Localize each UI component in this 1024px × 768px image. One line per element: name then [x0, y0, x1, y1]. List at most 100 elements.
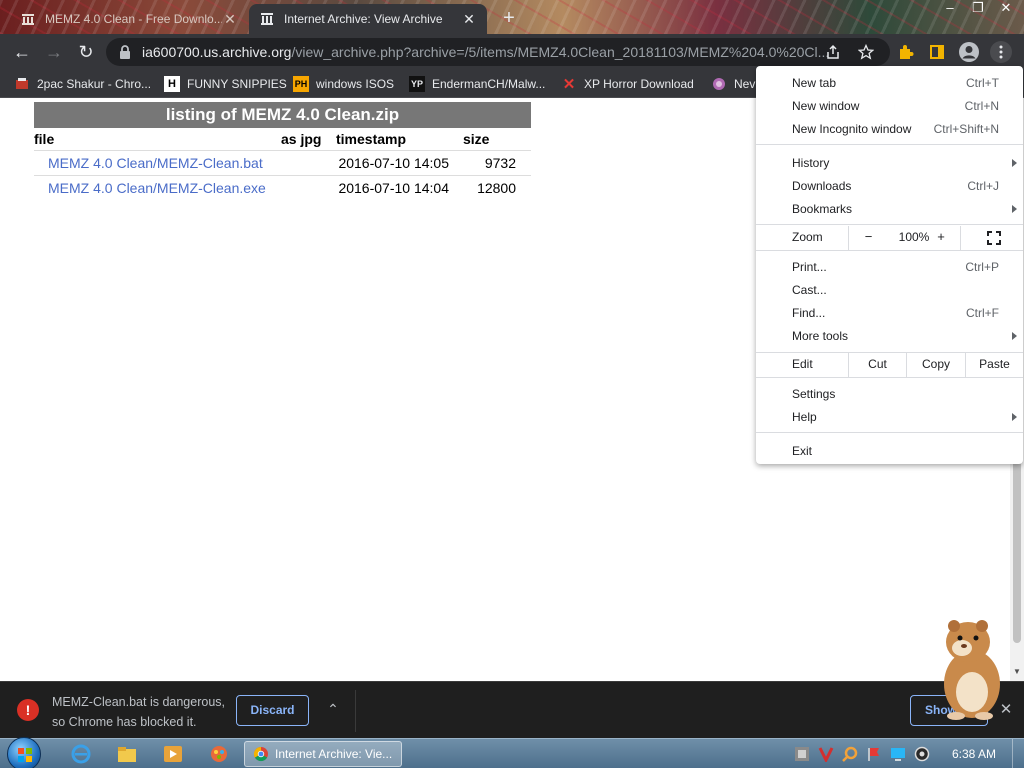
bookmark-nev[interactable]: Nev [711, 75, 755, 93]
column-header-file: file [34, 130, 55, 147]
bookmark-funny-snippies[interactable]: H FUNNY SNIPPIES [164, 75, 287, 93]
bookmark-xp-horror[interactable]: ✕ XP Horror Download [561, 75, 694, 93]
h-letter-icon: H [164, 76, 180, 92]
menu-item-help[interactable]: Help [756, 405, 1023, 428]
start-button-icon[interactable] [7, 737, 41, 768]
file-cell: MEMZ 4.0 Clean/MEMZ-Clean.bat [34, 149, 281, 175]
tab-internet-archive[interactable]: Internet Archive: View Archive ✕ [249, 4, 487, 34]
menu-zoom-row: Zoom − 100% + [756, 226, 1023, 250]
bookmark-windows-isos[interactable]: PH windows ISOS [293, 75, 394, 93]
minimize-icon[interactable]: – [936, 0, 964, 18]
back-arrow-icon[interactable]: ← [10, 40, 34, 64]
internet-explorer-icon[interactable] [70, 743, 92, 765]
timestamp-cell: 2016-07-10 14:04 [336, 174, 463, 200]
column-header-as-jpg: as jpg [281, 130, 322, 147]
bookmark-label: Nev [734, 77, 756, 91]
side-panel-icon[interactable] [926, 41, 948, 63]
bookmark-2pac[interactable]: 2pac Shakur - Chro... [14, 75, 151, 93]
close-window-icon[interactable]: ✕ [992, 0, 1020, 18]
close-icon[interactable]: ✕ [461, 11, 477, 27]
menu-item-downloads[interactable]: Downloads Ctrl+J [756, 174, 1023, 197]
menu-item-label: Cast... [792, 282, 827, 297]
tray-volume-icon[interactable] [914, 746, 930, 762]
taskbar-window-label: Internet Archive: Vie... [275, 747, 393, 761]
share-icon[interactable] [822, 41, 844, 63]
star-icon[interactable] [855, 41, 877, 63]
tray-flag-icon[interactable] [866, 746, 882, 762]
forward-arrow-icon[interactable]: → [42, 40, 66, 64]
tray-app-icon[interactable] [794, 746, 810, 762]
menu-item-history[interactable]: History [756, 151, 1023, 174]
menu-separator [756, 250, 1023, 251]
paint-app-icon[interactable] [208, 743, 230, 765]
address-bar[interactable]: ia600700.us.archive.org /view_archive.ph… [106, 38, 890, 66]
menu-separator [756, 224, 1023, 225]
file-link[interactable]: MEMZ 4.0 Clean/MEMZ-Clean.bat [48, 155, 263, 171]
copy-button[interactable]: Copy [906, 353, 965, 377]
size-cell: 12800 [463, 174, 531, 200]
cut-button[interactable]: Cut [848, 353, 906, 377]
menu-shortcut: Ctrl+N [964, 98, 999, 113]
reload-icon[interactable]: ↻ [74, 40, 98, 64]
scroll-down-arrow-icon[interactable]: ▼ [1010, 665, 1024, 679]
taskbar-clock[interactable]: 6:38 AM [952, 747, 996, 761]
bookmark-label: XP Horror Download [584, 77, 694, 91]
submenu-arrow-icon [1012, 204, 1017, 213]
paste-button[interactable]: Paste [965, 353, 1023, 377]
fullscreen-button[interactable] [960, 226, 1023, 250]
as-jpg-cell [281, 174, 336, 200]
tray-v-icon[interactable] [818, 746, 834, 762]
menu-item-more-tools[interactable]: More tools [756, 324, 1023, 347]
close-icon[interactable]: ✕ [222, 11, 238, 27]
zoom-in-button[interactable]: + [928, 226, 954, 250]
menu-shortcut: Ctrl+F [966, 305, 999, 320]
table-row: MEMZ 4.0 Clean/MEMZ-Clean.exe 2016-07-10… [34, 174, 531, 200]
table-header-row: file as jpg timestamp size [34, 128, 531, 150]
extensions-icon[interactable] [895, 41, 917, 63]
submenu-arrow-icon [1012, 158, 1017, 167]
archive-icon [259, 11, 275, 27]
ph-icon: PH [293, 76, 309, 92]
tab-memz-download[interactable]: MEMZ 4.0 Clean - Free Downlo... ✕ [8, 4, 248, 34]
timestamp-cell: 2016-07-10 14:05 [336, 149, 463, 175]
file-explorer-icon[interactable] [116, 743, 138, 765]
bookmark-label: FUNNY SNIPPIES [187, 77, 287, 91]
bookmark-endermanch[interactable]: YP EndermanCH/Malw... [409, 75, 545, 93]
menu-item-bookmarks[interactable]: Bookmarks [756, 197, 1023, 220]
media-player-icon[interactable] [162, 743, 184, 765]
archive-icon [20, 11, 36, 27]
hamster-mascot-icon[interactable] [932, 612, 1008, 722]
menu-item-cast[interactable]: Cast... [756, 278, 1023, 301]
file-link[interactable]: MEMZ 4.0 Clean/MEMZ-Clean.exe [48, 180, 266, 196]
globe-icon [711, 76, 727, 92]
chrome-menu-icon[interactable] [990, 41, 1012, 63]
menu-item-settings[interactable]: Settings [756, 382, 1023, 405]
as-jpg-cell [281, 149, 336, 175]
url-path: /view_archive.php?archive=/5/items/MEMZ4… [291, 44, 830, 60]
menu-shortcut: Ctrl+P [965, 259, 999, 274]
discard-button[interactable]: Discard [236, 695, 309, 726]
yp-icon: YP [409, 76, 425, 92]
menu-item-new-incognito-window[interactable]: New Incognito window Ctrl+Shift+N [756, 117, 1023, 140]
chevron-up-icon[interactable]: ⌃ [324, 700, 342, 718]
restore-icon[interactable]: ❐ [964, 0, 992, 18]
tab-strip: MEMZ 4.0 Clean - Free Downlo... ✕ Intern… [0, 0, 1024, 34]
menu-shortcut: Ctrl+J [967, 178, 999, 193]
new-tab-button[interactable]: + [498, 7, 520, 29]
menu-item-print[interactable]: Print... Ctrl+P [756, 255, 1023, 278]
tray-monitor-icon[interactable] [890, 746, 906, 762]
tray-search-icon[interactable] [842, 746, 858, 762]
zoom-out-button[interactable]: − [848, 226, 888, 250]
taskbar-chrome-window[interactable]: Internet Archive: Vie... [244, 741, 402, 767]
divider [355, 690, 356, 732]
show-desktop-button[interactable] [1012, 739, 1024, 768]
profile-avatar-icon[interactable] [958, 41, 980, 63]
bookmark-label: EndermanCH/Malw... [432, 77, 546, 91]
menu-item-find[interactable]: Find... Ctrl+F [756, 301, 1023, 324]
menu-item-new-tab[interactable]: New tab Ctrl+T [756, 71, 1023, 94]
menu-item-label: More tools [792, 328, 849, 343]
fullscreen-icon [987, 231, 1001, 245]
menu-separator [756, 144, 1023, 145]
menu-item-exit[interactable]: Exit [756, 439, 1023, 462]
menu-item-new-window[interactable]: New window Ctrl+N [756, 94, 1023, 117]
